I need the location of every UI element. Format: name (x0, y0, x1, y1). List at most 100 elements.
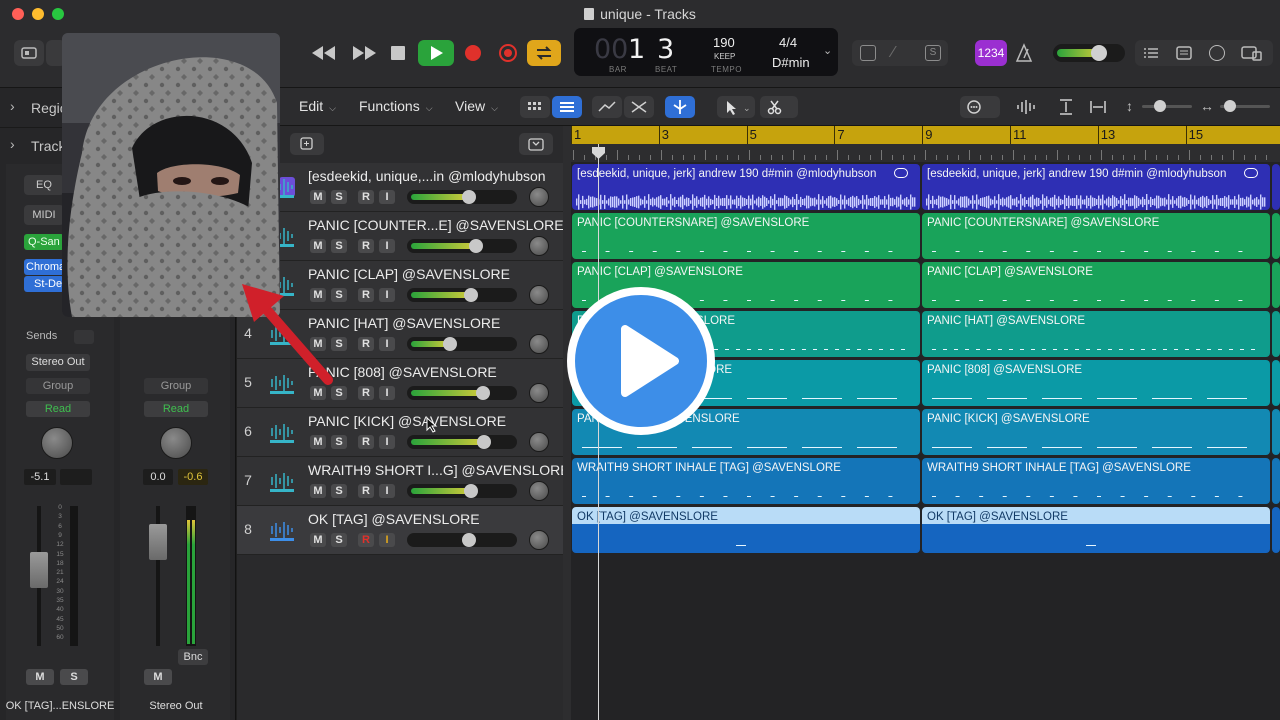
audio-region[interactable]: PANIC [CLAP] @SAVENSLORE (922, 262, 1270, 308)
mute-button[interactable]: M (310, 484, 326, 498)
audio-region[interactable]: WRAITH9 SHORT INHALE [TAG] @SAVENSLORE (922, 458, 1270, 504)
midi-fx-slot[interactable]: MIDI (24, 205, 64, 225)
play-button[interactable] (418, 40, 454, 66)
automation-mode-right[interactable]: Read (144, 401, 208, 417)
track-volume-slider[interactable] (407, 533, 517, 547)
record-button[interactable] (465, 45, 481, 61)
track-volume-slider[interactable] (407, 386, 517, 400)
functions-menu[interactable]: Functions ⌵ (359, 98, 433, 114)
track-header[interactable]: 7 WRAITH9 SHORT I...G] @SAVENSLORE M S R I (237, 457, 570, 506)
audio-region-continuation[interactable] (1272, 311, 1280, 357)
strip-mute-button-right[interactable]: M (144, 669, 172, 685)
pan-knob-left[interactable] (41, 427, 73, 459)
track-name[interactable]: [esdeekid, unique,...in @mlodyhubson (308, 168, 546, 184)
flex-button[interactable] (624, 96, 654, 118)
sends-slot[interactable] (74, 330, 94, 344)
track-volume-handle[interactable] (462, 190, 476, 204)
metronome-button[interactable] (1014, 43, 1034, 68)
audio-fx-slot-2[interactable]: St-De (24, 276, 64, 292)
audio-region[interactable]: PANIC [COUNTERSNARE] @SAVENSLORE (922, 213, 1270, 259)
audio-fx-slot-1[interactable]: Chroma (24, 259, 64, 275)
mute-button[interactable]: M (310, 533, 326, 547)
audio-region[interactable]: PANIC [KICK] @SAVENSLORE (922, 409, 1270, 455)
track-pan-knob[interactable] (529, 187, 549, 207)
track-pan-knob[interactable] (529, 285, 549, 305)
track-volume-handle[interactable] (464, 484, 478, 498)
track-pan-knob[interactable] (529, 334, 549, 354)
waveform-zoom-button[interactable] (1015, 98, 1035, 121)
track-volume-slider[interactable] (407, 337, 517, 351)
audio-region-continuation[interactable] (1272, 213, 1280, 259)
track-volume-slider[interactable] (407, 190, 517, 204)
vertical-zoom-handle[interactable] (1154, 100, 1166, 112)
track-volume-handle[interactable] (462, 533, 476, 547)
audio-region[interactable]: OK [TAG] @SAVENSLORE (922, 507, 1270, 553)
solo-button[interactable]: S (331, 484, 347, 498)
record-enable-button[interactable]: R (358, 337, 374, 351)
input-monitor-button[interactable]: I (379, 484, 395, 498)
record-enable-button[interactable]: R (358, 484, 374, 498)
master-volume-slider[interactable] (1053, 44, 1125, 62)
loop-browser-button[interactable] (1209, 45, 1225, 61)
track-pan-knob[interactable] (529, 236, 549, 256)
list-editors-button[interactable] (1143, 46, 1159, 65)
input-monitor-button[interactable]: I (379, 288, 395, 302)
new-track-button[interactable] (290, 133, 324, 155)
lcd-chevron-down-icon[interactable]: ⌄ (823, 44, 832, 57)
audio-region-continuation[interactable] (1272, 507, 1280, 553)
track-pan-knob[interactable] (529, 432, 549, 452)
automation-mode-left[interactable]: Read (26, 401, 90, 417)
volume-fader-right[interactable] (149, 524, 167, 560)
track-name[interactable]: PANIC [COUNTER...E] @SAVENSLORE (308, 217, 564, 233)
zoom-options-menu[interactable] (960, 96, 1000, 118)
strip-solo-button-left[interactable]: S (60, 669, 88, 685)
input-monitor-button[interactable]: I (379, 337, 395, 351)
lcd-mode-button[interactable]: 1234 (975, 40, 1007, 66)
mute-button[interactable]: M (310, 190, 326, 204)
mute-button[interactable]: M (310, 239, 326, 253)
track-header[interactable]: [esdeekid, unique,...in @mlodyhubson M S R I (237, 163, 563, 212)
horizontal-zoom-slider[interactable] (1220, 100, 1270, 112)
group-slot-left[interactable]: Group (26, 378, 90, 394)
mute-button[interactable]: M (310, 435, 326, 449)
automation-button[interactable] (592, 96, 622, 118)
track-name[interactable]: WRAITH9 SHORT I...G] @SAVENSLORE (308, 462, 570, 478)
global-tracks-button[interactable] (519, 133, 553, 155)
vertical-fit-button[interactable] (1058, 98, 1074, 121)
audio-region[interactable]: PANIC [HAT] @SAVENSLORE (922, 311, 1270, 357)
track-header[interactable]: PANIC [COUNTER...E] @SAVENSLORE M S R I (237, 212, 564, 261)
solo-button[interactable]: S (331, 435, 347, 449)
master-volume-handle[interactable] (1091, 45, 1107, 61)
record-enable-button[interactable]: R (358, 190, 374, 204)
audio-region[interactable]: WRAITH9 SHORT INHALE [TAG] @SAVENSLORE (572, 458, 920, 504)
grid-view-button[interactable] (520, 96, 550, 118)
track-header[interactable]: 8 OK [TAG] @SAVENSLORE M S R I (237, 506, 563, 555)
audio-region-continuation[interactable] (1272, 164, 1280, 210)
track-volume-handle[interactable] (469, 239, 483, 253)
notepad-button[interactable] (1176, 46, 1192, 65)
input-monitor-button[interactable]: I (379, 239, 395, 253)
horizontal-zoom-handle[interactable] (1224, 100, 1236, 112)
record-enable-button[interactable]: R (358, 239, 374, 253)
audio-region-continuation[interactable] (1272, 262, 1280, 308)
scissors-tool-menu[interactable] (760, 96, 798, 118)
solo-button[interactable]: S (331, 533, 347, 547)
track-volume-slider[interactable] (407, 484, 517, 498)
pan-knob-right[interactable] (160, 427, 192, 459)
eq-display[interactable]: EQ (24, 175, 64, 195)
audio-region[interactable]: [esdeekid, unique, jerk] andrew 190 d#mi… (572, 164, 920, 210)
tracks-view-button[interactable] (552, 96, 582, 118)
track-name[interactable]: PANIC [KICK] @SAVENSLORE (308, 413, 506, 429)
count-in-button[interactable] (860, 45, 876, 61)
record-enable-button[interactable]: R (358, 288, 374, 302)
track-pan-knob[interactable] (529, 383, 549, 403)
output-slot[interactable]: Stereo Out (26, 354, 90, 371)
track-volume-slider[interactable] (407, 435, 517, 449)
audio-region[interactable]: [esdeekid, unique, jerk] andrew 190 d#mi… (922, 164, 1270, 210)
record-enable-button[interactable]: R (358, 435, 374, 449)
playhead-handle-icon[interactable] (591, 146, 606, 160)
audio-region[interactable]: PANIC [COUNTERSNARE] @SAVENSLORE (572, 213, 920, 259)
audio-region-continuation[interactable] (1272, 458, 1280, 504)
cycle-button[interactable] (527, 40, 561, 66)
horizontal-fit-button[interactable] (1089, 98, 1107, 121)
